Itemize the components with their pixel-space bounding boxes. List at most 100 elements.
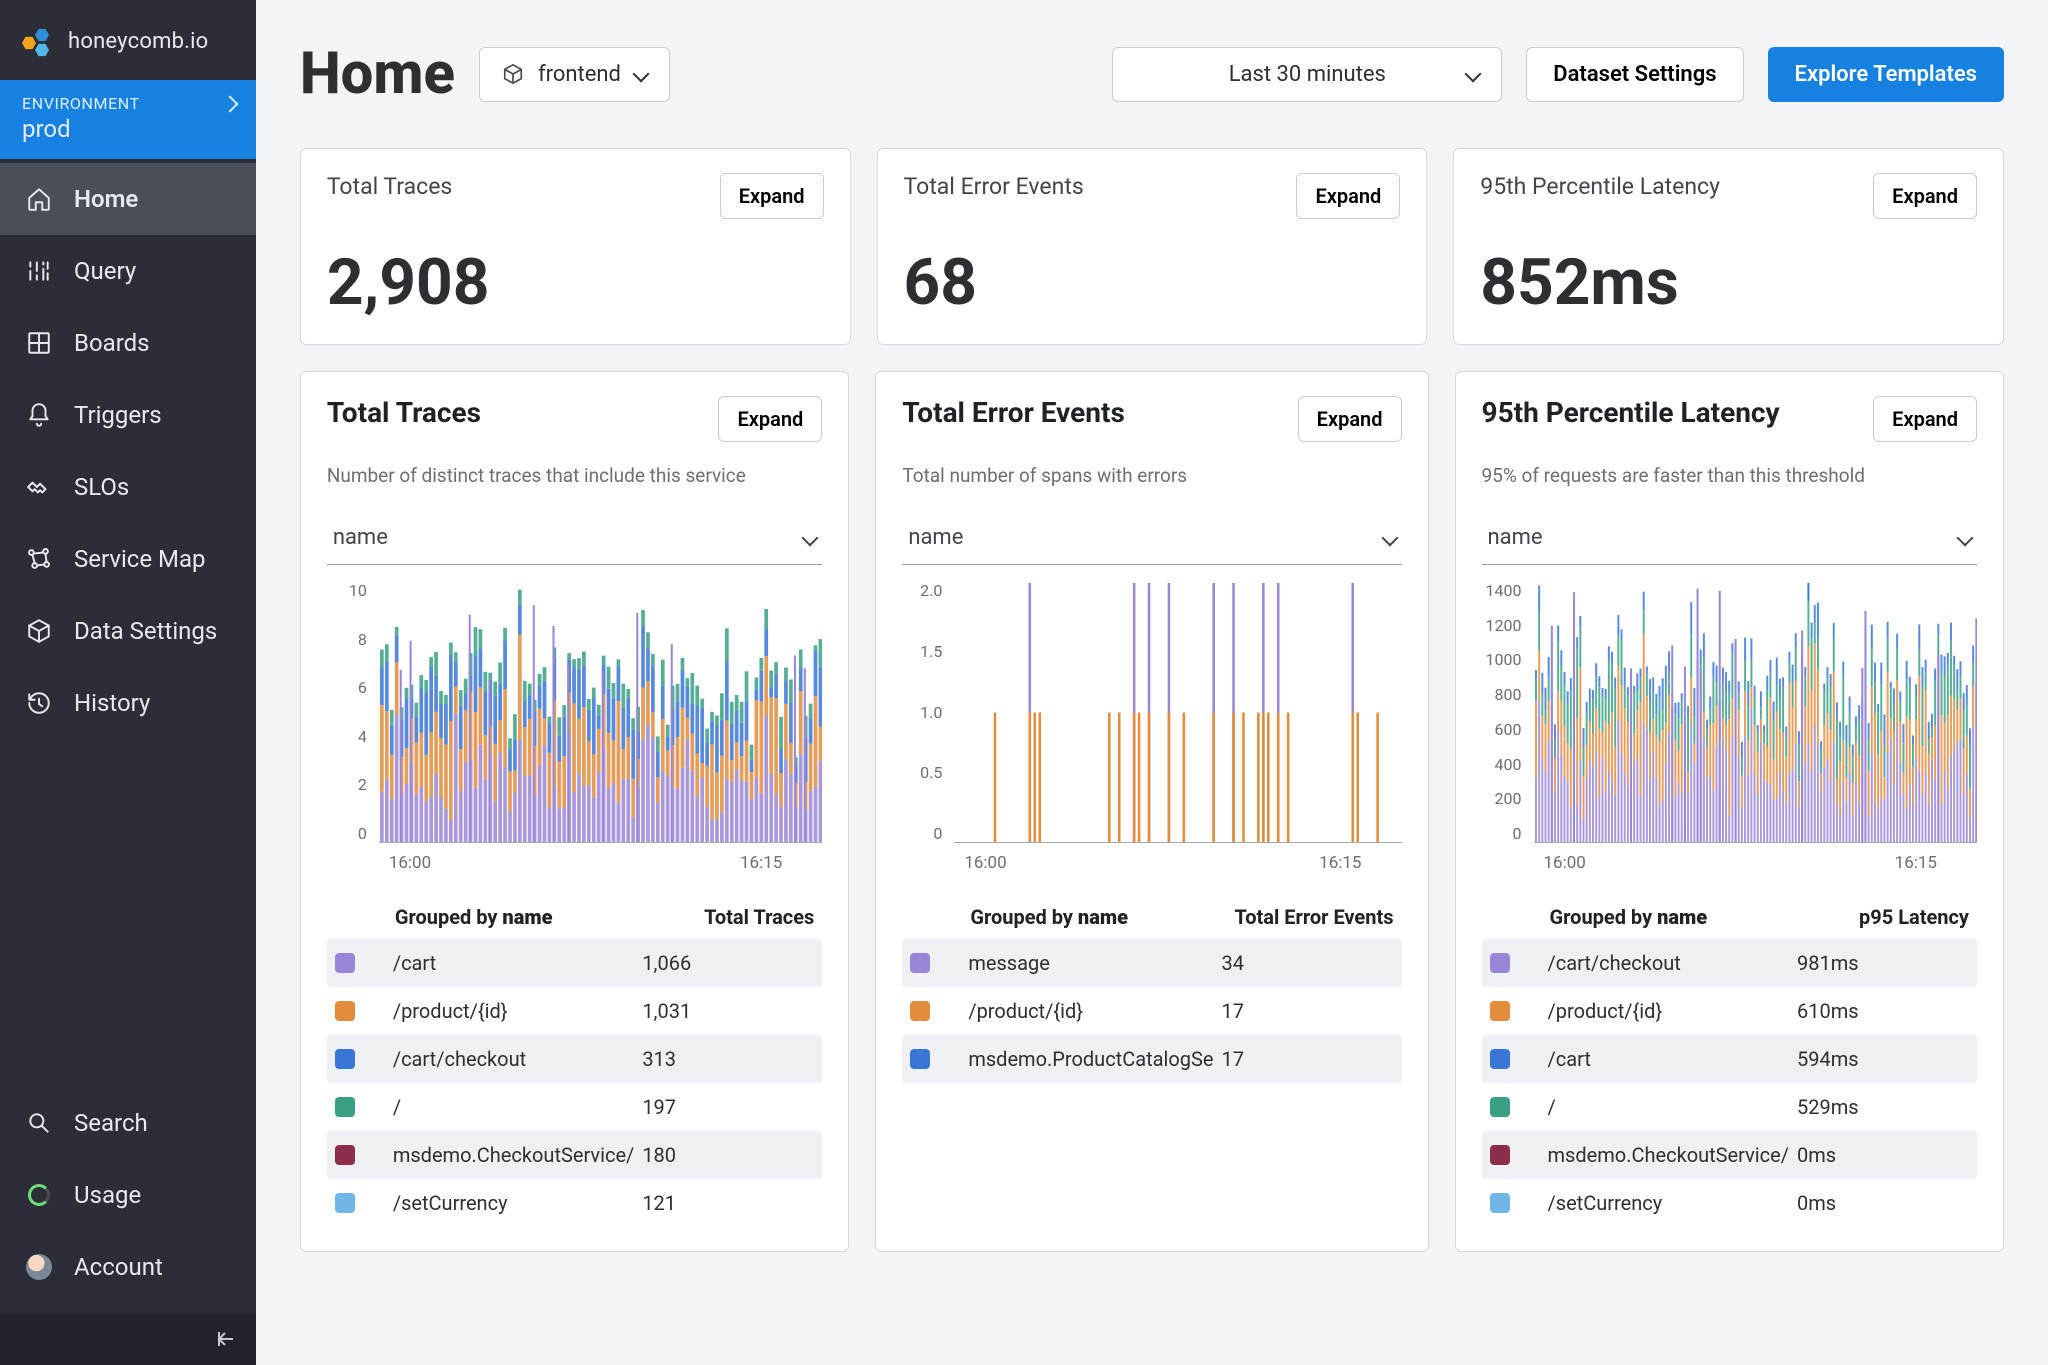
expand-button[interactable]: Expand — [1298, 396, 1402, 442]
table-row[interactable]: /setCurrency121 — [327, 1179, 823, 1227]
table-row[interactable]: msdemo.CheckoutService/180 — [327, 1131, 823, 1179]
stat-card: 95th Percentile LatencyExpand852ms — [1453, 148, 2004, 345]
chart-y-axis: 1400120010008006004002000 — [1482, 581, 1528, 843]
sidebar-item-account[interactable]: Account — [0, 1231, 256, 1303]
brand-logo[interactable]: honeycomb.io — [0, 0, 256, 80]
table-row[interactable]: /setCurrency0ms — [1482, 1179, 1978, 1227]
color-swatch — [910, 1001, 930, 1021]
row-name: / — [1548, 1095, 1790, 1119]
panel-card: Total Error EventsExpandTotal number of … — [875, 371, 1428, 1252]
dataset-value: frontend — [538, 62, 621, 87]
group-by-selector[interactable]: name — [1482, 511, 1978, 565]
explore-templates-button[interactable]: Explore Templates — [1768, 47, 2004, 102]
group-by-selector[interactable]: name — [902, 511, 1401, 565]
environment-value: prod — [22, 115, 234, 143]
expand-button[interactable]: Expand — [1296, 173, 1400, 219]
color-swatch — [335, 1049, 355, 1069]
row-value: 1,031 — [634, 999, 814, 1023]
sidebar-item-home[interactable]: Home — [0, 163, 256, 235]
page-header: Home frontend Last 30 minutes Dataset Se… — [300, 40, 2004, 108]
panel-cards-row: Total TracesExpandNumber of distinct tra… — [300, 371, 2004, 1252]
sidebar-item-boards[interactable]: Boards — [0, 307, 256, 379]
row-name: / — [393, 1095, 635, 1119]
row-value: 313 — [634, 1047, 814, 1071]
table-row[interactable]: message34 — [902, 939, 1401, 987]
stat-card: Total Error EventsExpand68 — [877, 148, 1428, 345]
sidebar-item-label: Data Settings — [74, 617, 217, 645]
table-row[interactable]: /197 — [327, 1083, 823, 1131]
timerange-selector[interactable]: Last 30 minutes — [1112, 47, 1502, 102]
table-row[interactable]: /cart1,066 — [327, 939, 823, 987]
group-by-value: name — [333, 525, 388, 550]
dataset-selector[interactable]: frontend — [479, 47, 670, 102]
expand-button[interactable]: Expand — [720, 173, 824, 219]
panel-title: 95th Percentile Latency — [1482, 396, 1780, 429]
expand-button[interactable]: Expand — [718, 396, 822, 442]
sidebar-item-triggers[interactable]: Triggers — [0, 379, 256, 451]
chevron-down-icon — [802, 529, 819, 546]
expand-button[interactable]: Expand — [1873, 173, 1977, 219]
panel-card: Total TracesExpandNumber of distinct tra… — [300, 371, 850, 1252]
group-by-selector[interactable]: name — [327, 511, 823, 565]
sidebar-item-slos[interactable]: SLOs — [0, 451, 256, 523]
stat-cards-row: Total TracesExpand2,908Total Error Event… — [300, 148, 2004, 345]
table-row[interactable]: /cart594ms — [1482, 1035, 1978, 1083]
environment-selector[interactable]: ENVIRONMENT prod — [0, 80, 256, 159]
sidebar-item-search[interactable]: Search — [0, 1087, 256, 1159]
color-swatch — [1490, 953, 1510, 973]
row-name: msdemo.ProductCatalogSe — [968, 1047, 1213, 1071]
honeycomb-logo-icon — [22, 28, 58, 54]
color-swatch — [1490, 1193, 1510, 1213]
main-content: Home frontend Last 30 minutes Dataset Se… — [256, 0, 2048, 1365]
sidebar-bottom: SearchUsageAccount — [0, 1087, 256, 1313]
sidebar-item-history[interactable]: History — [0, 667, 256, 739]
table-row[interactable]: /product/{id}1,031 — [327, 987, 823, 1035]
usage-icon — [26, 1182, 52, 1208]
table-row[interactable]: /cart/checkout313 — [327, 1035, 823, 1083]
table-row[interactable]: /529ms — [1482, 1083, 1978, 1131]
chart[interactable]: 140012001000800600400200016:0016:15 — [1482, 581, 1978, 873]
row-name: /cart/checkout — [393, 1047, 635, 1071]
group-by-value: name — [908, 525, 963, 550]
row-value: 34 — [1214, 951, 1394, 975]
chart[interactable]: 2.01.51.00.5016:0016:15 — [902, 581, 1401, 873]
sidebar-item-data-settings[interactable]: Data Settings — [0, 595, 256, 667]
table-row[interactable]: /product/{id}610ms — [1482, 987, 1978, 1035]
row-value: 180 — [634, 1143, 814, 1167]
stat-title: Total Error Events — [904, 173, 1084, 200]
breakdown-table: Grouped by namep95 Latency/cart/checkout… — [1482, 895, 1978, 1227]
brand-name: honeycomb.io — [68, 29, 208, 54]
row-value: 0ms — [1789, 1143, 1969, 1167]
chart-plot — [954, 583, 1401, 843]
chart[interactable]: 108642016:0016:15 — [327, 581, 823, 873]
row-name: msdemo.CheckoutService/ — [1548, 1143, 1790, 1167]
stat-title: Total Traces — [327, 173, 452, 200]
table-header-group: Grouped by name — [1550, 905, 1790, 929]
chevron-down-icon — [1465, 66, 1482, 83]
color-swatch — [335, 953, 355, 973]
sidebar-collapse-bar[interactable] — [0, 1313, 256, 1365]
sidebar-item-label: SLOs — [74, 473, 129, 501]
chart-plot — [1534, 583, 1978, 843]
table-row[interactable]: msdemo.ProductCatalogSe17 — [902, 1035, 1401, 1083]
row-value: 981ms — [1789, 951, 1969, 975]
chart-plot — [379, 583, 823, 843]
panel-description: Total number of spans with errors — [902, 464, 1401, 487]
table-row[interactable]: /cart/checkout981ms — [1482, 939, 1978, 987]
expand-button[interactable]: Expand — [1873, 396, 1977, 442]
dataset-settings-button[interactable]: Dataset Settings — [1526, 47, 1743, 102]
row-value: 197 — [634, 1095, 814, 1119]
table-row[interactable]: /product/{id}17 — [902, 987, 1401, 1035]
sidebar-item-label: History — [74, 689, 150, 717]
table-row[interactable]: msdemo.CheckoutService/0ms — [1482, 1131, 1978, 1179]
color-swatch — [1490, 1001, 1510, 1021]
sidebar-item-usage[interactable]: Usage — [0, 1159, 256, 1231]
chevron-down-icon — [632, 66, 649, 83]
history-icon — [26, 690, 52, 716]
row-name: /product/{id} — [1548, 999, 1790, 1023]
sidebar-item-service-map[interactable]: Service Map — [0, 523, 256, 595]
breakdown-table: Grouped by nameTotal Error Eventsmessage… — [902, 895, 1401, 1083]
sidebar-item-label: Boards — [74, 329, 150, 357]
breakdown-table: Grouped by nameTotal Traces/cart1,066/pr… — [327, 895, 823, 1227]
sidebar-item-query[interactable]: Query — [0, 235, 256, 307]
